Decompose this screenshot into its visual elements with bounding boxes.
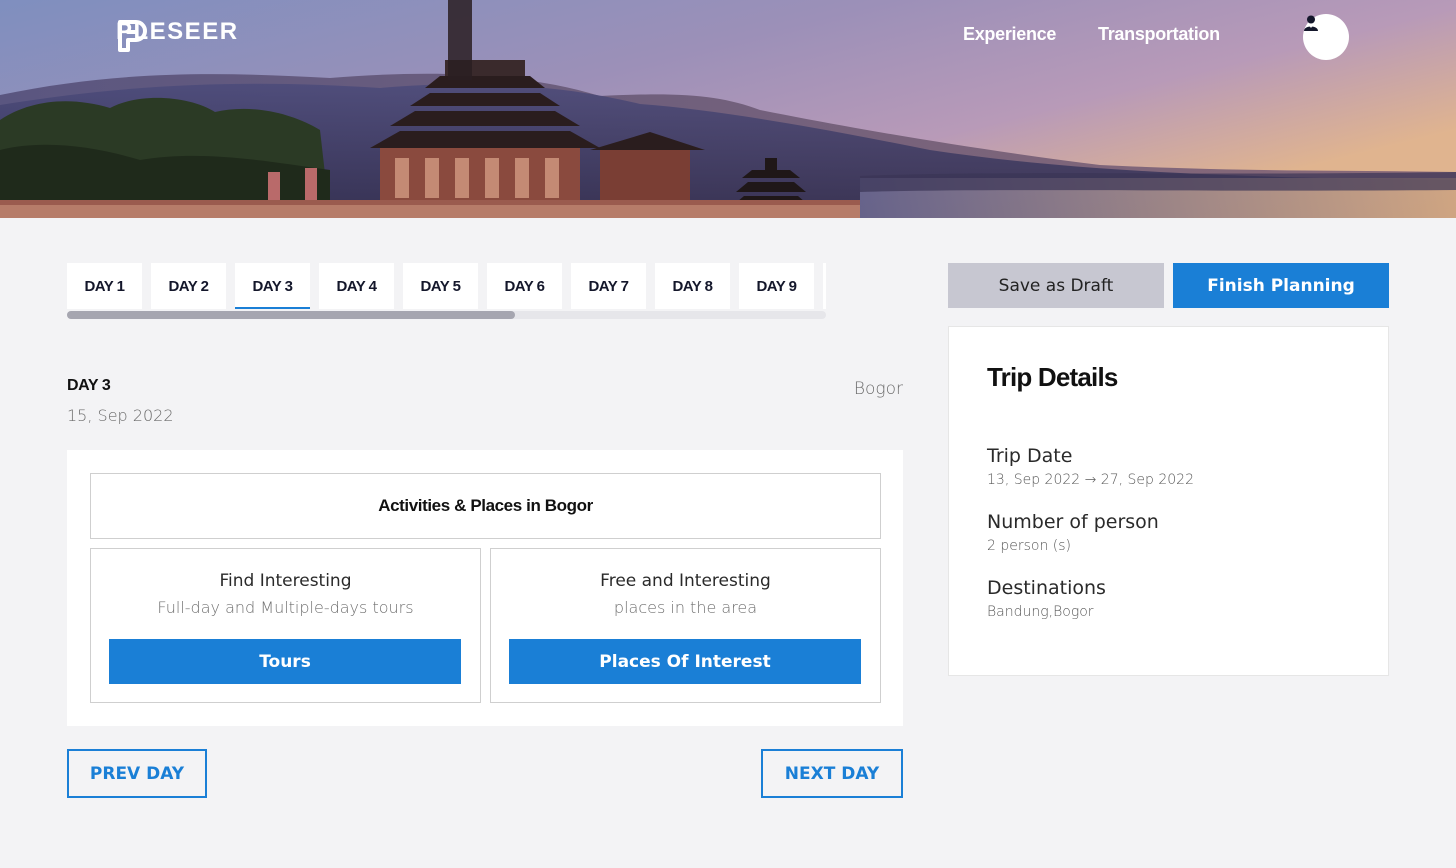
tab-day-8[interactable]: DAY 8 xyxy=(655,263,730,309)
trip-details-card: Trip Details Trip Date 13, Sep 2022 → 27… xyxy=(948,326,1389,676)
tab-day-9[interactable]: DAY 9 xyxy=(739,263,814,309)
tab-day-6[interactable]: DAY 6 xyxy=(487,263,562,309)
hero-banner: PLESEER Experience Transportation xyxy=(0,0,1456,218)
trip-date-label: Trip Date xyxy=(987,445,1073,467)
day-date: 15, Sep 2022 xyxy=(67,406,174,425)
brand-logo[interactable]: PLESEER xyxy=(116,18,239,52)
number-of-person-value: 2 person (s) xyxy=(987,538,1072,554)
tours-card-title: Find Interesting xyxy=(219,571,352,591)
tours-button[interactable]: Tours xyxy=(109,639,461,684)
nav-transportation[interactable]: Transportation xyxy=(1098,24,1220,45)
places-card-subtitle: places in the area xyxy=(613,598,758,617)
places-of-interest-button[interactable]: Places Of Interest xyxy=(509,639,861,684)
trip-date-value: 13, Sep 2022 → 27, Sep 2022 xyxy=(987,472,1194,488)
tab-day-3[interactable]: DAY 3 xyxy=(235,263,310,309)
day-tabs: DAY 1 DAY 2 DAY 3 DAY 4 DAY 5 DAY 6 DAY 7 DAY 8… xyxy=(67,263,826,309)
user-avatar-button[interactable] xyxy=(1303,14,1349,60)
activities-heading: Activities & Places in Bogor xyxy=(90,473,881,539)
prev-day-button[interactable]: PREV DAY xyxy=(67,749,207,798)
next-day-button[interactable]: NEXT DAY xyxy=(761,749,903,798)
tab-day-4[interactable]: DAY 4 xyxy=(319,263,394,309)
finish-planning-button[interactable]: Finish Planning xyxy=(1173,263,1389,308)
tab-day-7[interactable]: DAY 7 xyxy=(571,263,646,309)
tab-day-1[interactable]: DAY 1 xyxy=(67,263,142,309)
user-icon xyxy=(1304,15,1318,31)
pleseer-logo-icon xyxy=(118,20,147,52)
places-card-title: Free and Interesting xyxy=(600,571,771,591)
day-city: Bogor xyxy=(853,379,903,399)
activities-panel: Activities & Places in Bogor Find Intere… xyxy=(67,450,903,726)
tab-day-2[interactable]: DAY 2 xyxy=(151,263,226,309)
trip-details-title: Trip Details xyxy=(987,362,1118,392)
tab-day-next-partial[interactable] xyxy=(823,263,826,309)
number-of-person-label: Number of person xyxy=(987,511,1159,533)
tabs-scroll-thumb[interactable] xyxy=(67,311,515,319)
places-card: Free and Interesting places in the area … xyxy=(490,548,881,703)
destinations-label: Destinations xyxy=(987,577,1106,599)
tab-day-5[interactable]: DAY 5 xyxy=(403,263,478,309)
tours-card: Find Interesting Full-day and Multiple-d… xyxy=(90,548,481,703)
nav-experience[interactable]: Experience xyxy=(963,24,1056,45)
save-as-draft-button[interactable]: Save as Draft xyxy=(948,263,1164,308)
destinations-value: Bandung,Bogor xyxy=(987,604,1094,620)
day-title: DAY 3 xyxy=(67,377,111,394)
tours-card-subtitle: Full-day and Multiple-days tours xyxy=(157,598,414,617)
